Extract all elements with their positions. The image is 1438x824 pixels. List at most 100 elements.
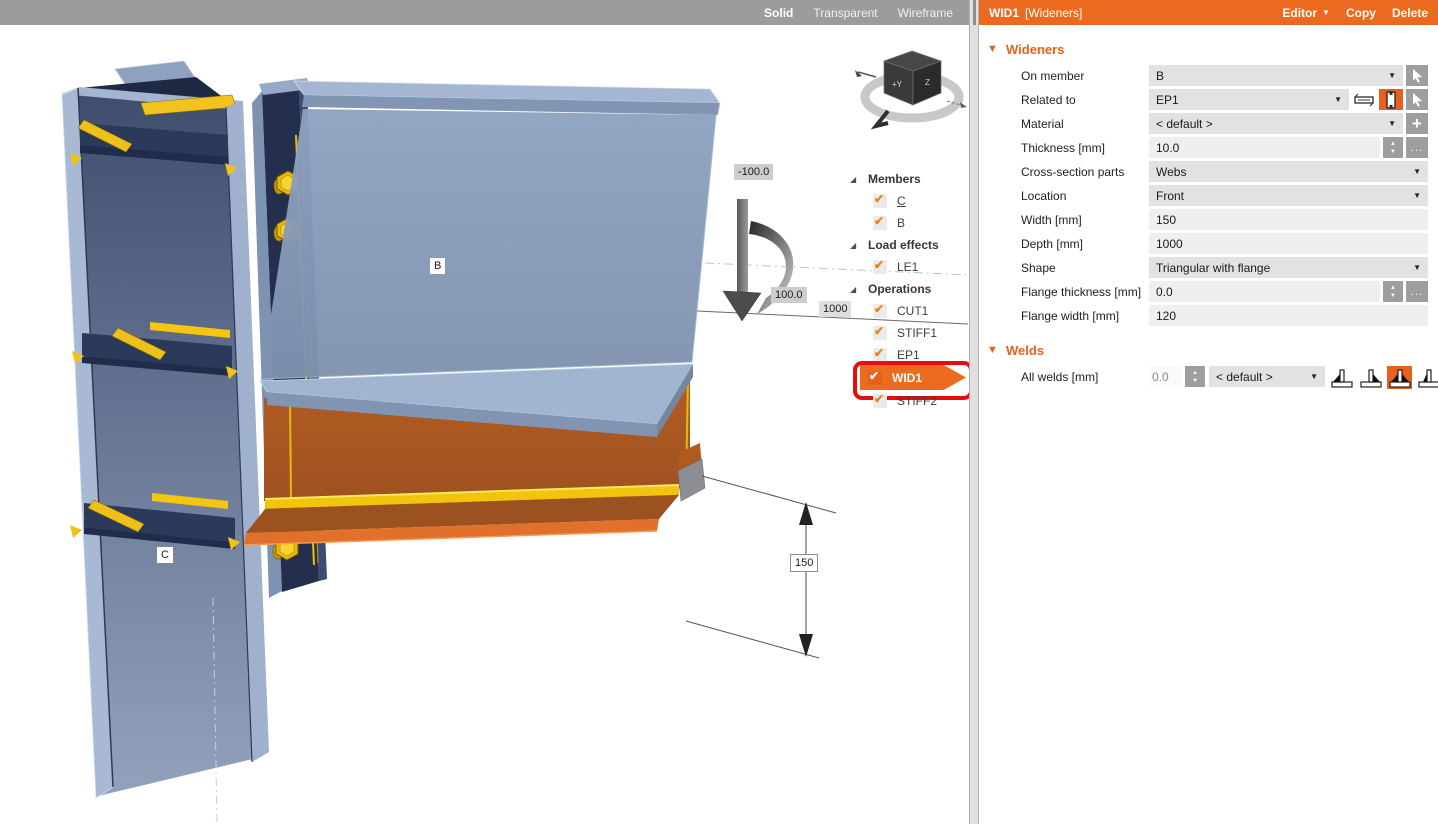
tree-item-c[interactable]: C [846, 190, 969, 212]
dimension-value-top-offset[interactable]: -100.0 [734, 164, 773, 180]
tree-item-stiff2[interactable]: STIFF2 [846, 390, 969, 412]
flange-thickness-input[interactable]: 0.0 [1149, 281, 1380, 302]
material-dropdown[interactable]: < default > ▼ [1149, 113, 1403, 134]
chevron-down-icon: ▼ [1322, 9, 1330, 17]
view-mode-wireframe[interactable]: Wireframe [898, 6, 953, 20]
flange-thickness-stepper[interactable]: ▲▼ [1383, 281, 1403, 302]
section-header-welds[interactable]: ▼ Welds [979, 338, 1438, 362]
expander-icon[interactable]: ◢ [850, 241, 860, 250]
checkbox-checked-icon[interactable] [873, 304, 887, 318]
cross-section-parts-dropdown[interactable]: Webs ▼ [1149, 161, 1428, 182]
ellipsis-icon: ... [1411, 286, 1423, 298]
shape-dropdown[interactable]: Triangular with flange ▼ [1149, 257, 1428, 278]
collapse-triangle-icon[interactable]: ▼ [979, 344, 1006, 356]
all-welds-input[interactable]: 0.0 [1149, 366, 1181, 387]
checkbox-checked-icon[interactable] [873, 216, 887, 230]
tree-section-operations[interactable]: ◢ Operations [846, 278, 969, 300]
flange-width-input[interactable]: 120 [1149, 305, 1428, 326]
tree-section-members[interactable]: ◢ Members [846, 168, 969, 190]
checkbox-checked-icon[interactable] [873, 260, 887, 274]
related-to-dropdown[interactable]: EP1 ▼ [1149, 89, 1349, 110]
expander-icon[interactable]: ◢ [850, 285, 860, 294]
stepper-up-icon: ▲ [1192, 370, 1198, 376]
weld-fillet-right-icon [1359, 367, 1383, 389]
app-window: Solid Transparent Wireframe WID1 [Widene… [0, 0, 1438, 824]
checkbox-checked-icon[interactable] [873, 394, 887, 408]
section-header-wideners[interactable]: ▼ Wideners [979, 37, 1438, 61]
row-flange-width: Flange width [mm] 120 [1021, 305, 1428, 326]
view-mode-bar: Solid Transparent Wireframe [0, 0, 969, 25]
view-mode-solid[interactable]: Solid [764, 6, 793, 20]
plate-horizontal-toggle[interactable] [1352, 89, 1376, 110]
checkbox-checked-icon[interactable] [873, 348, 887, 362]
plate-horizontal-icon [1354, 93, 1374, 107]
checkbox-checked-icon[interactable] [873, 326, 887, 340]
splitter-grip [973, 0, 976, 25]
tree-item-stiff1[interactable]: STIFF1 [846, 322, 969, 344]
selected-item-pennant[interactable]: WID1 [860, 365, 966, 390]
thickness-input[interactable]: 10.0 [1149, 137, 1380, 158]
member-label-b: B [430, 258, 445, 274]
chevron-down-icon: ▼ [1413, 263, 1421, 272]
weld-fillet-left-button[interactable] [1329, 366, 1354, 389]
tree-item-b[interactable]: B [846, 212, 969, 234]
tree-item-ep1[interactable]: EP1 [846, 344, 969, 366]
collapse-triangle-icon[interactable]: ▼ [979, 43, 1006, 55]
panel-splitter[interactable] [969, 0, 979, 824]
weld-material-dropdown[interactable]: < default > ▼ [1209, 366, 1325, 387]
chevron-down-icon: ▼ [1413, 167, 1421, 176]
chevron-down-icon: ▼ [1388, 119, 1396, 128]
add-material-button[interactable]: + [1406, 113, 1428, 134]
column-member-c[interactable] [61, 61, 269, 798]
dimension-value-width: 150 [790, 554, 818, 572]
row-flange-thickness: Flange thickness [mm] 0.0 ▲▼ ... [1021, 281, 1428, 302]
view-cube-front-label: +Y [892, 80, 903, 89]
row-on-member: On member B ▼ [1021, 65, 1428, 86]
delete-button[interactable]: Delete [1392, 6, 1428, 20]
thickness-detail-button[interactable]: ... [1406, 137, 1428, 158]
row-cross-section-parts: Cross-section parts Webs ▼ [1021, 161, 1428, 182]
width-input[interactable]: 150 [1149, 209, 1428, 230]
depth-input[interactable]: 1000 [1149, 233, 1428, 254]
stepper-up-icon: ▲ [1390, 285, 1396, 291]
weld-fillet-both-button-selected[interactable] [1387, 366, 1412, 389]
plate-vertical-icon [1384, 91, 1398, 109]
stepper-down-icon: ▼ [1390, 293, 1396, 299]
view-cube-side-label: Z [925, 78, 930, 87]
view-mode-transparent[interactable]: Transparent [813, 6, 877, 20]
tree-section-load-effects[interactable]: ◢ Load effects [846, 234, 969, 256]
view-cube[interactable]: +Y Z [855, 51, 967, 126]
weld-fillet-both-icon [1388, 367, 1412, 389]
tree-item-cut1[interactable]: CUT1 [846, 300, 969, 322]
all-welds-stepper[interactable]: ▲▼ [1185, 366, 1205, 387]
stepper-up-icon: ▲ [1390, 141, 1396, 147]
chevron-down-icon: ▼ [1334, 95, 1342, 104]
operation-title-context: [Wideners] [1025, 6, 1082, 20]
thickness-stepper[interactable]: ▲▼ [1383, 137, 1403, 158]
plus-icon: + [1412, 114, 1422, 134]
expander-icon[interactable]: ◢ [850, 175, 860, 184]
chevron-down-icon: ▼ [1413, 191, 1421, 200]
checkbox-checked-icon[interactable] [868, 371, 882, 385]
location-dropdown[interactable]: Front ▼ [1149, 185, 1428, 206]
on-member-dropdown[interactable]: B ▼ [1149, 65, 1403, 86]
plate-vertical-toggle-selected[interactable] [1379, 89, 1403, 110]
chevron-down-icon: ▼ [1388, 71, 1396, 80]
weld-bevel-button[interactable] [1416, 366, 1438, 389]
dimension-value-bottom-offset[interactable]: 100.0 [771, 287, 807, 303]
pick-in-scene-button[interactable] [1406, 65, 1428, 86]
3d-viewport[interactable]: +Y Z -100.0 100.0 1000 150 B C ◢ Members [0, 25, 969, 824]
ellipsis-icon: ... [1411, 142, 1423, 154]
editor-menu-button[interactable]: Editor▼ [1282, 6, 1330, 20]
pick-in-scene-button[interactable] [1406, 89, 1428, 110]
copy-button[interactable]: Copy [1346, 6, 1376, 20]
member-label-c: C [157, 547, 173, 563]
tree-item-le1[interactable]: LE1 [846, 256, 969, 278]
operation-title-bar: WID1 [Wideners] Editor▼ Copy Delete [979, 0, 1438, 25]
flange-thickness-detail-button[interactable]: ... [1406, 281, 1428, 302]
row-shape: Shape Triangular with flange ▼ [1021, 257, 1428, 278]
checkbox-checked-icon[interactable] [873, 194, 887, 208]
beam-member-b[interactable] [261, 81, 720, 379]
weld-fillet-right-button[interactable] [1358, 366, 1383, 389]
tree-item-wid1-selected[interactable]: WID1 [846, 365, 969, 390]
